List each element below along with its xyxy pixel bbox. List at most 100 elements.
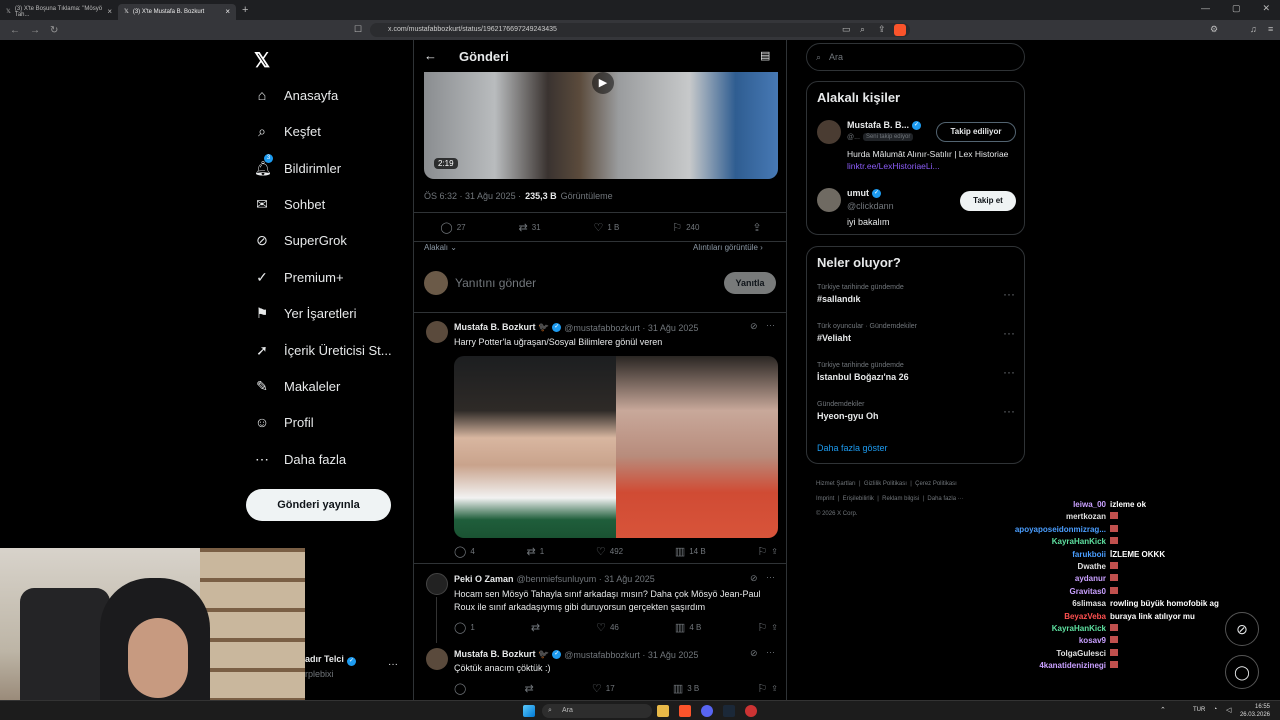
like-button[interactable]: ♡ 46 — [596, 621, 619, 634]
browser-tab-active[interactable]: 𝕏 (3) X'te Mustafa B. Bozkurt × — [118, 3, 236, 20]
views-button[interactable]: ▥ 14 B — [675, 545, 706, 558]
more-icon[interactable]: ··· — [766, 320, 775, 330]
close-window-icon[interactable]: ✕ — [1262, 3, 1270, 14]
steam-icon[interactable] — [723, 705, 735, 717]
nav-premium[interactable]: ✓ Premium+ — [254, 269, 343, 286]
reply-button[interactable]: ◯ — [454, 682, 466, 695]
more-icon[interactable]: ··· — [1003, 365, 1015, 379]
nav-notifications[interactable]: 🔔︎ 3 Bildirimler — [254, 154, 341, 177]
tweet-image[interactable] — [454, 356, 778, 538]
nav-articles[interactable]: ✎ Makaleler — [254, 378, 340, 395]
repost-button[interactable]: ⇄ — [524, 682, 533, 695]
file-explorer-icon[interactable] — [657, 705, 669, 717]
nav-home[interactable]: ⌂ Anasayfa — [254, 87, 338, 103]
account-more-icon[interactable]: ··· — [388, 659, 398, 670]
bio-link[interactable]: linktr.ee/LexHistoriaeLi... — [847, 161, 940, 171]
new-tab-button[interactable]: + — [242, 4, 248, 16]
avatar[interactable] — [817, 120, 841, 144]
share-icon[interactable]: ⇪ — [771, 684, 778, 693]
avatar[interactable] — [426, 321, 448, 343]
grok-icon[interactable]: ⊘ — [750, 648, 758, 659]
back-icon[interactable]: ← — [10, 25, 20, 36]
avatar[interactable] — [426, 648, 448, 670]
brave-icon[interactable] — [679, 705, 691, 717]
close-icon[interactable]: × — [225, 7, 230, 16]
chat-bubble-icon[interactable]: ◯ — [1225, 655, 1259, 689]
footer-link[interactable]: Reklam bilgisi — [882, 496, 919, 502]
following-button[interactable]: Takip ediliyor — [936, 122, 1016, 142]
repost-button[interactable]: ⇄ 31 — [519, 221, 541, 234]
share-button[interactable]: ⇪ — [752, 221, 761, 234]
zoom-icon[interactable]: ⌕ — [860, 24, 865, 35]
play-icon[interactable]: ▶ — [592, 72, 614, 94]
more-icon[interactable]: ··· — [1003, 326, 1015, 340]
more-icon[interactable]: ··· — [766, 647, 775, 657]
views-button[interactable]: ▥ 4 B — [675, 621, 701, 634]
like-button[interactable]: ♡ 1 B — [593, 221, 619, 234]
music-icon[interactable]: ♫ — [1250, 24, 1257, 34]
minimize-icon[interactable]: — — [1201, 3, 1210, 14]
share-icon[interactable]: ⇪ — [771, 623, 778, 632]
bookmark-button[interactable]: ⚐ ⇪ — [757, 621, 778, 634]
reply-button[interactable]: ◯ 27 — [440, 221, 465, 234]
reply-button[interactable]: Yanıtla — [724, 272, 776, 294]
footer-link[interactable]: Çerez Politikası — [915, 481, 957, 487]
video-player[interactable]: ▶ 2:19 — [424, 72, 778, 179]
volume-icon[interactable]: ◁ — [1226, 706, 1231, 714]
discord-icon[interactable] — [701, 705, 713, 717]
reply-button[interactable]: ◯ 1 — [454, 621, 475, 634]
nav-creator-studio[interactable]: ➚ İçerik Üreticisi St... — [254, 342, 392, 359]
nav-messages[interactable]: ✉ Sohbet — [254, 196, 325, 213]
app-icon[interactable] — [745, 705, 757, 717]
grok-icon[interactable]: ⊘ — [750, 321, 758, 332]
footer-link[interactable]: Hizmet Şartları — [816, 481, 856, 487]
bookmark-button[interactable]: ⚐ ⇪ — [757, 682, 778, 695]
footer-link[interactable]: Erişilebilirlik — [843, 496, 874, 502]
follow-button[interactable]: Takip et — [960, 191, 1016, 211]
back-arrow-icon[interactable]: ← — [424, 48, 437, 63]
maximize-icon[interactable]: ▢ — [1232, 3, 1241, 14]
person-name[interactable]: Mustafa B. B... — [847, 120, 909, 130]
browser-tab[interactable]: 𝕏 (3) X'te Boşuna Tıklama: "Mösyö Tah...… — [0, 4, 118, 20]
like-button[interactable]: ♡ 492 — [596, 545, 623, 558]
taskbar-search[interactable]: ⌕ Ara — [542, 704, 652, 718]
nav-bookmarks[interactable]: ⚑ Yer İşaretleri — [254, 305, 357, 322]
bookmark-button[interactable]: ⚐ ⇪ — [757, 545, 778, 558]
close-icon[interactable]: × — [107, 7, 112, 16]
more-icon[interactable]: ··· — [1003, 287, 1015, 301]
trend-item[interactable]: Türkiye tarihinde gündemde #sallandık — [817, 284, 904, 304]
nav-grok[interactable]: ⊘ SuperGrok — [254, 232, 347, 249]
trend-item[interactable]: Türkiye tarihinde gündemde İstanbul Boğa… — [817, 362, 909, 382]
repost-button[interactable]: ⇄ — [531, 621, 540, 634]
reload-icon[interactable]: ↻ — [50, 25, 58, 36]
person-name[interactable]: umut — [847, 188, 869, 198]
author-handle[interactable]: @benmiefsunluyum · 31 Ağu 2025 — [517, 574, 655, 584]
bookmark-page-icon[interactable]: ☐ — [354, 24, 362, 35]
reply-button[interactable]: ◯ 4 — [454, 545, 475, 558]
repost-button[interactable]: ⇄ 1 — [526, 545, 544, 558]
share-icon[interactable]: ⇪ — [878, 24, 886, 35]
forward-icon[interactable]: → — [30, 25, 40, 36]
footer-link[interactable]: Gizlilik Politikası — [864, 481, 907, 487]
nav-explore[interactable]: ⌕ Keşfet — [254, 123, 321, 140]
windows-start-icon[interactable] — [523, 705, 535, 717]
tray-chevron-icon[interactable]: ⌃ — [1160, 706, 1166, 714]
avatar[interactable] — [817, 188, 841, 212]
show-more-link[interactable]: Daha fazla göster — [817, 443, 888, 453]
share-icon[interactable]: ⇪ — [771, 547, 778, 556]
account-name[interactable]: adır Telci — [305, 654, 344, 664]
post-button[interactable]: Gönderi yayınla — [246, 489, 391, 521]
view-quotes-link[interactable]: Alıntıları görüntüle › — [693, 243, 763, 252]
like-button[interactable]: ♡ 17 — [592, 682, 615, 695]
author-name[interactable]: Mustafa B. Bozkurt 🐦‍⬛ — [454, 322, 549, 333]
clock[interactable]: 16:55 26.03.2026 — [1240, 703, 1270, 719]
footer-link[interactable]: Imprint — [816, 496, 834, 502]
extensions-icon[interactable]: ⚙ — [1210, 24, 1218, 35]
reader-mode-icon[interactable]: ▤ — [760, 49, 770, 62]
wifi-icon[interactable]: ◔ — [1213, 706, 1217, 713]
account-handle[interactable]: rplebixi — [305, 669, 334, 679]
trend-item[interactable]: Türk oyuncular · Gündemdekiler #Veliaht — [817, 323, 917, 343]
trend-item[interactable]: Gündemdekiler Hyeon-gyu Oh — [817, 401, 879, 421]
grok-icon[interactable]: ⊘ — [750, 573, 758, 584]
avatar[interactable] — [426, 573, 448, 595]
